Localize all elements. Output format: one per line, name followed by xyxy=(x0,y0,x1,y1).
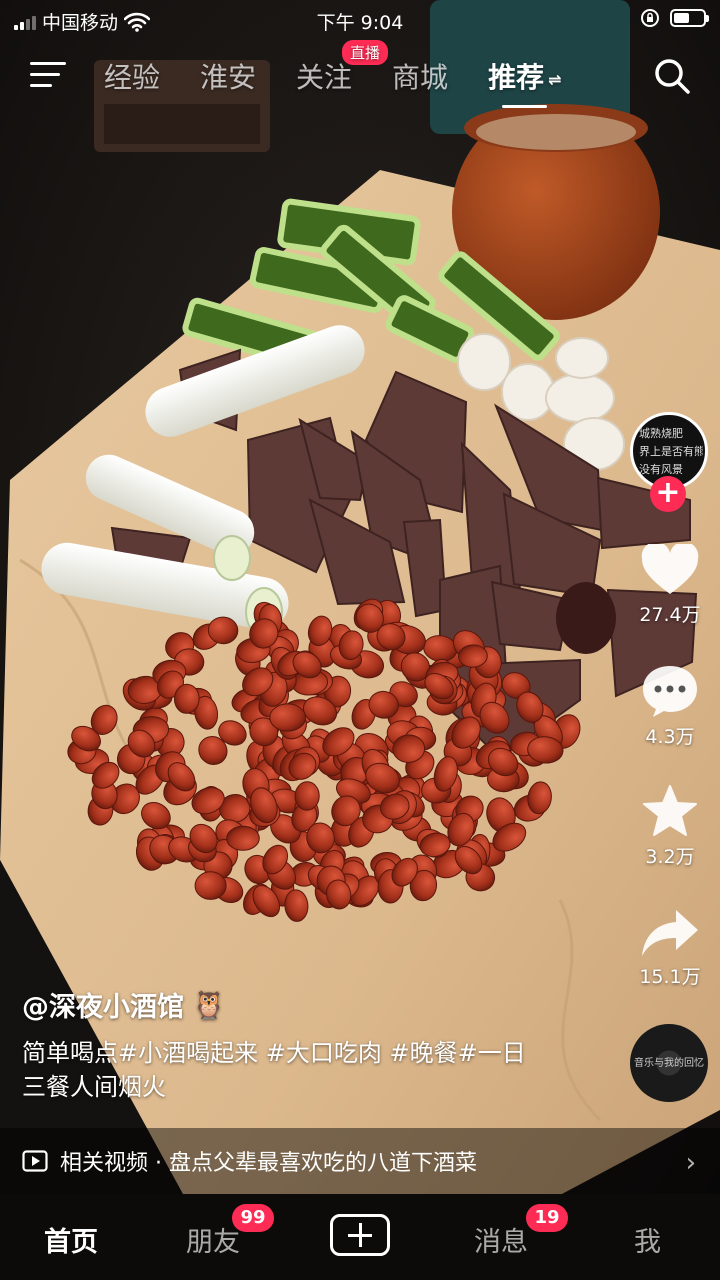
share-button[interactable]: 15.1万 xyxy=(628,908,712,989)
nav-friends[interactable]: 朋友 99 xyxy=(186,1204,274,1259)
related-videos-bar[interactable]: 相关视频 · 盘点父辈最喜欢吃的八道下酒菜 › xyxy=(0,1128,720,1194)
tab-mall[interactable]: 商城 xyxy=(392,56,448,96)
follow-button[interactable]: + xyxy=(650,476,686,512)
comment-button[interactable]: 4.3万 xyxy=(628,664,712,749)
favorite-button[interactable]: 3.2万 xyxy=(628,784,712,869)
rotation-lock-icon xyxy=(641,9,659,27)
live-badge: 直播 xyxy=(342,40,389,65)
messages-badge: 19 xyxy=(526,1204,568,1232)
clock: 下午 9:04 xyxy=(316,12,404,34)
comment-count: 4.3万 xyxy=(645,726,695,748)
music-disc[interactable]: 音乐与我的回忆 xyxy=(630,1024,708,1102)
feed-tabs: 经验 淮安 关注 直播 商城 推荐 ⇌ xyxy=(104,40,601,108)
video-play-icon xyxy=(22,1150,48,1172)
share-arrow-icon xyxy=(642,910,698,956)
favorite-count: 3.2万 xyxy=(645,846,695,868)
tab-experience[interactable]: 经验 xyxy=(104,56,160,96)
tab-recommended[interactable]: 推荐 ⇌ xyxy=(488,56,562,108)
friends-badge: 99 xyxy=(232,1204,274,1232)
like-button[interactable]: 27.4万 xyxy=(628,544,712,627)
create-button[interactable] xyxy=(330,1214,390,1256)
nav-messages[interactable]: 消息 19 xyxy=(474,1204,568,1259)
battery-icon xyxy=(670,9,709,27)
top-nav: 经验 淮安 关注 直播 商城 推荐 ⇌ xyxy=(0,40,720,108)
comment-icon xyxy=(643,666,697,717)
tab-following[interactable]: 关注 直播 xyxy=(296,40,389,96)
author-name[interactable]: @深夜小酒馆 🦉 xyxy=(22,985,226,1024)
nav-me[interactable]: 我 xyxy=(634,1220,661,1259)
heart-icon xyxy=(641,544,699,594)
video-description[interactable]: 简单喝点#小酒喝起来 #大口吃肉 #晚餐#一日三餐人间烟火 xyxy=(22,1036,542,1104)
search-icon[interactable] xyxy=(652,56,692,96)
chevron-right-icon: › xyxy=(685,1148,696,1178)
status-bar: 中国移动 下午 9:04 xyxy=(0,0,720,40)
battery-level xyxy=(674,13,690,23)
swap-arrows-icon: ⇌ xyxy=(548,69,562,89)
share-count: 15.1万 xyxy=(639,966,701,988)
owl-emoji-icon: 🦉 xyxy=(192,989,226,1021)
star-icon xyxy=(643,785,697,836)
menu-icon[interactable] xyxy=(30,60,66,90)
related-videos-label: 相关视频 · 盘点父辈最喜欢吃的八道下酒菜 xyxy=(60,1151,477,1176)
like-count: 27.4万 xyxy=(639,604,701,626)
bottom-nav: 首页 朋友 99 消息 19 我 xyxy=(0,1194,720,1280)
nav-home[interactable]: 首页 xyxy=(44,1220,98,1259)
tab-local[interactable]: 淮安 xyxy=(200,56,256,96)
